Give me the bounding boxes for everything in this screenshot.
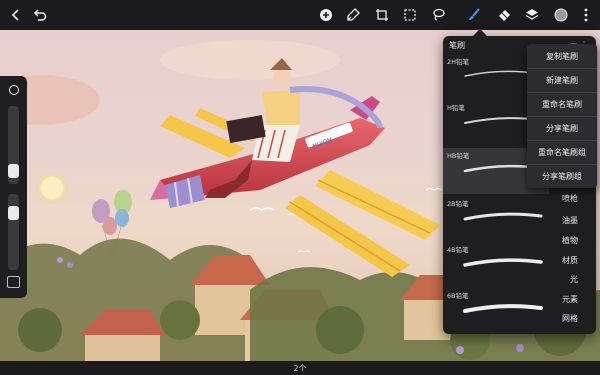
- rename-brush-set-item[interactable]: 重命名笔刷组: [527, 140, 597, 164]
- adjust-icon[interactable]: [343, 5, 363, 25]
- category-item[interactable]: 网格: [535, 313, 593, 324]
- document-label: 2个: [293, 363, 307, 373]
- category-item[interactable]: 喷枪: [535, 193, 593, 204]
- lasso-icon[interactable]: [428, 5, 448, 25]
- share-brush-item[interactable]: 分享笔刷: [527, 116, 597, 140]
- modify-button[interactable]: [7, 276, 20, 288]
- eyedropper-icon[interactable]: [9, 85, 19, 95]
- category-item[interactable]: 材质: [535, 255, 593, 266]
- brush-icon[interactable]: [464, 5, 484, 25]
- rename-brush-item[interactable]: 重命名笔刷: [527, 92, 597, 116]
- brush-item[interactable]: 4B铅笔: [443, 242, 549, 288]
- share-brush-set-item[interactable]: 分享笔刷组: [527, 164, 597, 188]
- category-item[interactable]: 光: [535, 274, 593, 285]
- new-brush-item[interactable]: 新建笔刷: [527, 68, 597, 92]
- more-icon[interactable]: [576, 5, 596, 25]
- brush-item[interactable]: 6B铅笔: [443, 288, 549, 334]
- transform-icon[interactable]: [372, 5, 392, 25]
- brush-panel-title: 笔刷: [449, 41, 465, 50]
- brush-item[interactable]: 2B铅笔: [443, 196, 549, 242]
- brush-stroke-preview: [463, 212, 543, 221]
- opacity-thumb[interactable]: [8, 206, 19, 220]
- undo-icon[interactable]: [30, 5, 50, 25]
- top-toolbar: [0, 0, 600, 30]
- brush-stroke-preview: [463, 304, 543, 313]
- brush-stroke-preview: [463, 258, 543, 267]
- select-icon[interactable]: [400, 5, 420, 25]
- category-item[interactable]: 元素: [535, 294, 593, 305]
- duplicate-brush-item[interactable]: 复制笔刷: [527, 44, 597, 68]
- color-icon[interactable]: [551, 5, 571, 25]
- category-item[interactable]: 植物: [535, 235, 593, 246]
- back-icon[interactable]: [6, 5, 26, 25]
- brush-size-thumb[interactable]: [8, 164, 19, 178]
- bottom-bar: 2个: [0, 361, 600, 375]
- brush-context-menu: 复制笔刷 新建笔刷 重命名笔刷 分享笔刷 重命名笔刷组 分享笔刷组: [527, 44, 597, 188]
- left-sidebar: [0, 76, 27, 298]
- add-icon[interactable]: [316, 5, 336, 25]
- layers-icon[interactable]: [522, 5, 542, 25]
- category-item[interactable]: 油墨: [535, 215, 593, 226]
- eraser-icon[interactable]: [494, 5, 514, 25]
